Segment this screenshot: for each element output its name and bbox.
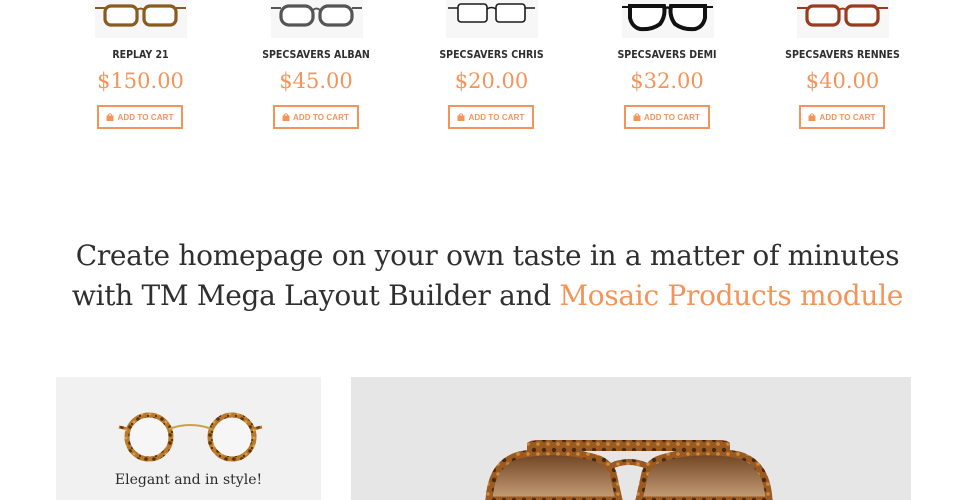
eyeglasses-image[interactable]: [755, 0, 930, 42]
product-price: $20.00: [454, 69, 529, 93]
product-name[interactable]: SPECSAVERS ALBAN: [229, 49, 404, 61]
shopping-bag-icon: [457, 113, 465, 121]
product-card: SPECSAVERS ALBAN $45.00 ADD TO CART: [229, 0, 404, 140]
add-to-cart-button[interactable]: ADD TO CART: [623, 105, 710, 129]
add-to-cart-label: ADD TO CART: [643, 112, 701, 122]
headline-line-2-prefix: with TM Mega Layout Builder and: [71, 279, 560, 312]
product-name[interactable]: REPLAY 21: [53, 49, 228, 61]
product-price: $32.00: [630, 69, 704, 93]
product-name[interactable]: SPECSAVERS CHRIS: [404, 49, 579, 61]
add-to-cart-label: ADD TO CART: [468, 112, 525, 122]
round-glasses-image: [118, 412, 263, 462]
aviator-sunglasses-image: [485, 440, 773, 500]
product-card: SPECSAVERS RENNES $40.00 ADD TO CART: [755, 0, 930, 140]
add-to-cart-label: ADD TO CART: [819, 112, 876, 122]
banner-caption: Elegant and in style!: [114, 472, 263, 488]
headline-accent-link[interactable]: Mosaic Products module: [559, 279, 903, 312]
promo-headline: Create homepage on your own taste in a m…: [60, 236, 915, 316]
eyeglasses-image[interactable]: [53, 0, 228, 42]
eyeglasses-image[interactable]: [229, 0, 404, 42]
add-to-cart-button[interactable]: ADD TO CART: [448, 105, 534, 129]
product-card: SPECSAVERS DEMI $32.00 ADD TO CART: [580, 0, 755, 140]
product-name[interactable]: SPECSAVERS RENNES: [755, 49, 930, 61]
product-price: $150.00: [97, 69, 184, 93]
product-price: $40.00: [805, 69, 880, 93]
product-name[interactable]: SPECSAVERS DEMI: [580, 49, 755, 61]
headline-line-1: Create homepage on your own taste in a m…: [75, 239, 900, 272]
product-row: REPLAY 21 $150.00 ADD TO CART SPECSAVERS…: [53, 0, 931, 140]
headline-line-2: with TM Mega Layout Builder and Mosaic P…: [60, 276, 915, 316]
add-to-cart-button[interactable]: ADD TO CART: [272, 105, 359, 129]
shopping-bag-icon: [282, 113, 290, 121]
product-card: REPLAY 21 $150.00 ADD TO CART: [53, 0, 228, 140]
banner-aviator[interactable]: [351, 377, 911, 500]
add-to-cart-button[interactable]: ADD TO CART: [97, 105, 183, 129]
eyeglasses-image[interactable]: [580, 0, 755, 42]
product-price: $45.00: [279, 69, 353, 93]
add-to-cart-button[interactable]: ADD TO CART: [799, 105, 885, 129]
shopping-bag-icon: [106, 113, 114, 121]
product-card: SPECSAVERS CHRIS $20.00 ADD TO CART: [404, 0, 579, 140]
banner-elegant[interactable]: Elegant and in style!: [56, 377, 321, 500]
add-to-cart-label: ADD TO CART: [292, 112, 350, 122]
eyeglasses-image[interactable]: [404, 0, 579, 42]
shopping-bag-icon: [633, 113, 641, 121]
add-to-cart-label: ADD TO CART: [117, 112, 174, 122]
shopping-bag-icon: [808, 113, 816, 121]
